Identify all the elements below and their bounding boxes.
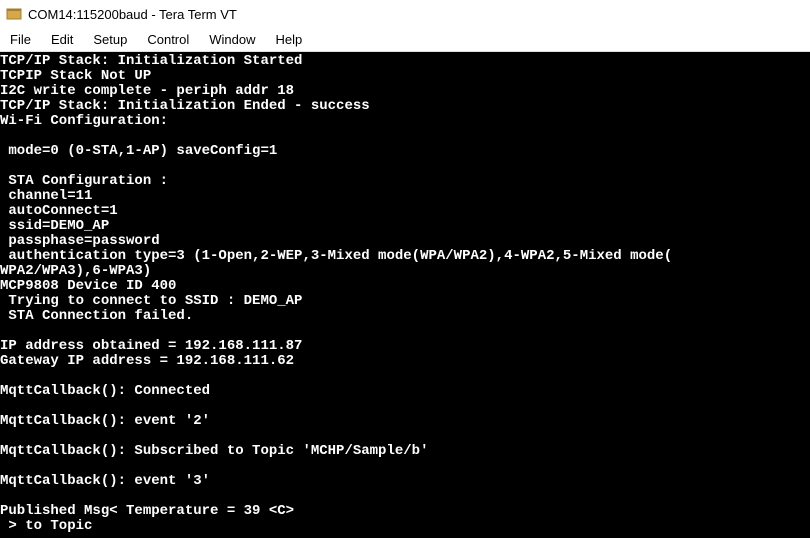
- terminal-line: MqttCallback(): event '2': [0, 414, 810, 429]
- terminal-line: MqttCallback(): Subscribed to Topic 'MCH…: [0, 444, 810, 459]
- terminal-line: authentication type=3 (1-Open,2-WEP,3-Mi…: [0, 249, 810, 264]
- menu-file[interactable]: File: [4, 30, 41, 49]
- terminal-line: > to Topic: [0, 519, 810, 534]
- app-icon: [6, 6, 22, 22]
- window-title: COM14:115200baud - Tera Term VT: [28, 7, 237, 22]
- terminal-line: [0, 489, 810, 504]
- menubar: File Edit Setup Control Window Help: [0, 28, 810, 52]
- terminal-line: [0, 399, 810, 414]
- terminal-line: WPA2/WPA3),6-WPA3): [0, 264, 810, 279]
- terminal-line: MqttCallback(): event '3': [0, 474, 810, 489]
- terminal-line: Wi-Fi Configuration:: [0, 114, 810, 129]
- terminal-line: [0, 159, 810, 174]
- terminal-line: STA Connection failed.: [0, 309, 810, 324]
- menu-window[interactable]: Window: [199, 30, 265, 49]
- terminal-line: STA Configuration :: [0, 174, 810, 189]
- menu-setup[interactable]: Setup: [83, 30, 137, 49]
- terminal-line: Published Msg< Temperature = 39 <C>: [0, 504, 810, 519]
- terminal-line: [0, 369, 810, 384]
- terminal-line: Gateway IP address = 192.168.111.62: [0, 354, 810, 369]
- terminal-line: [0, 429, 810, 444]
- menu-edit[interactable]: Edit: [41, 30, 83, 49]
- terminal-line: [0, 129, 810, 144]
- terminal-line: MCP9808 Device ID 400: [0, 279, 810, 294]
- terminal-line: [0, 324, 810, 339]
- window-titlebar: COM14:115200baud - Tera Term VT: [0, 0, 810, 28]
- menu-control[interactable]: Control: [137, 30, 199, 49]
- terminal-line: TCP/IP Stack: Initialization Started: [0, 54, 810, 69]
- terminal-line: mode=0 (0-STA,1-AP) saveConfig=1: [0, 144, 810, 159]
- terminal-line: [0, 459, 810, 474]
- terminal-line: MqttCallback(): Connected: [0, 384, 810, 399]
- menu-help[interactable]: Help: [266, 30, 313, 49]
- terminal-line: I2C write complete - periph addr 18: [0, 84, 810, 99]
- terminal-line: autoConnect=1: [0, 204, 810, 219]
- terminal-line: Trying to connect to SSID : DEMO_AP: [0, 294, 810, 309]
- terminal-line: channel=11: [0, 189, 810, 204]
- terminal-line: TCPIP Stack Not UP: [0, 69, 810, 84]
- terminal-line: IP address obtained = 192.168.111.87: [0, 339, 810, 354]
- terminal-line: TCP/IP Stack: Initialization Ended - suc…: [0, 99, 810, 114]
- terminal-output[interactable]: TCP/IP Stack: Initialization StartedTCPI…: [0, 52, 810, 538]
- terminal-line: passphase=password: [0, 234, 810, 249]
- terminal-line: ssid=DEMO_AP: [0, 219, 810, 234]
